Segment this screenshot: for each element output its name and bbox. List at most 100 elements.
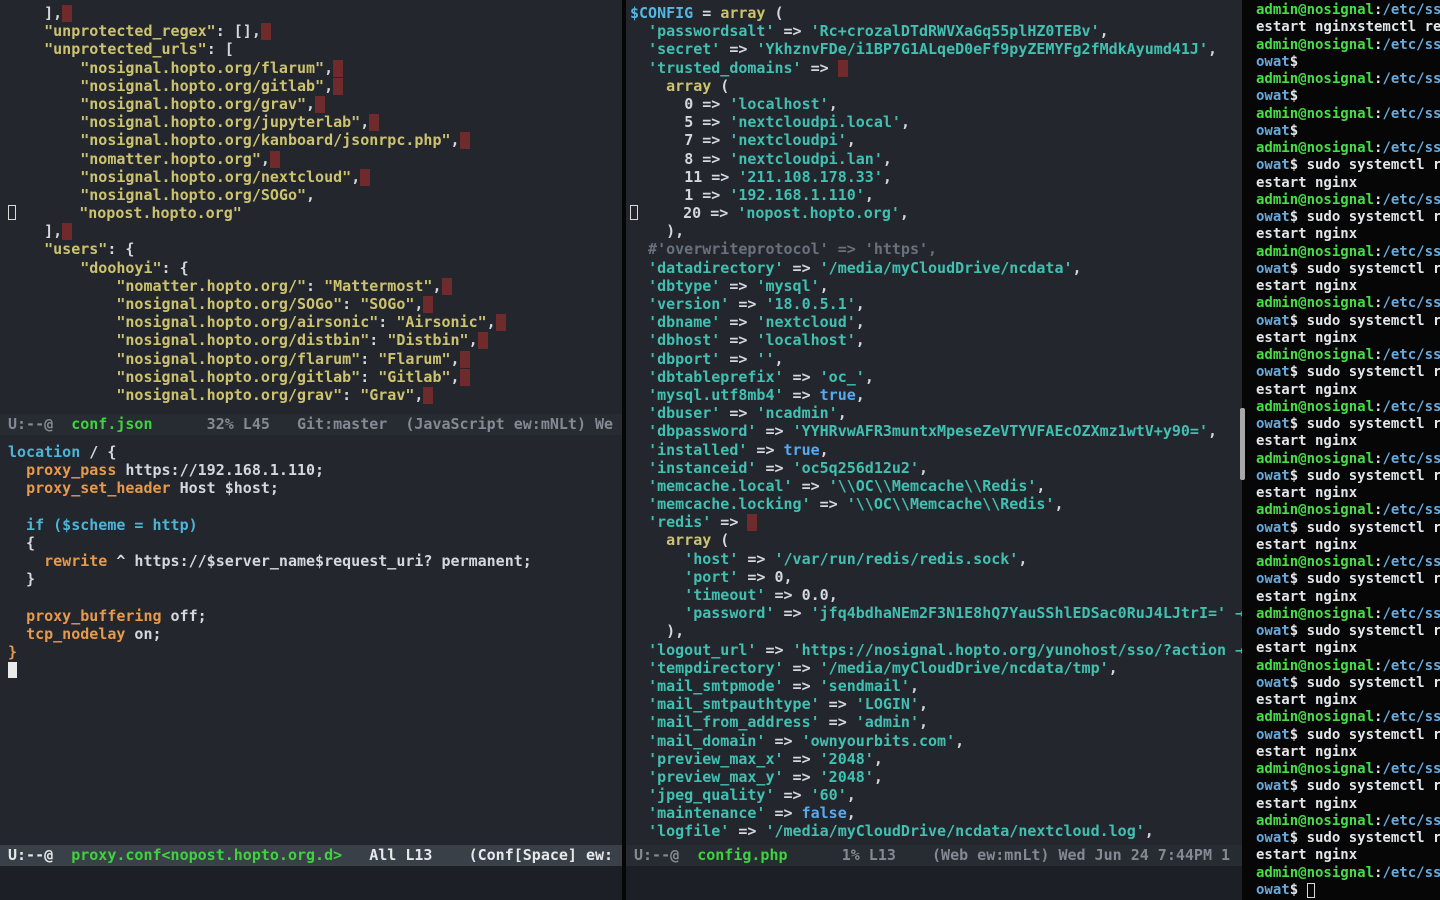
code-segment: owat [1256, 88, 1290, 104]
code-segment [630, 550, 684, 568]
code-segment: $ sudo systemctl r [1290, 261, 1440, 277]
code-segment: 'host' [684, 550, 738, 568]
code-segment: => [693, 113, 729, 131]
trailing-whitespace-marker [62, 5, 72, 22]
text-line: U:--@ conf.json 32% L45 Git:master (Java… [0, 414, 622, 435]
code-segment: 'jfq4bdhaNEm2F3N1E8hQ7YauSShlEDSac0RuJ4L… [811, 604, 1226, 622]
trailing-whitespace-marker [423, 387, 433, 404]
text-line: estart nginx [1256, 796, 1440, 813]
code-segment: owat [1256, 520, 1290, 536]
code-segment: estart nginx [1256, 847, 1357, 863]
code-segment: , [1109, 659, 1118, 677]
code-segment: => [720, 331, 756, 349]
code-segment: array [666, 531, 711, 549]
code-segment: => [802, 59, 838, 77]
trailing-whitespace-marker [460, 369, 470, 386]
code-segment: "nosignal.hopto.org/flarum" [116, 350, 360, 368]
modeline-proxy-conf[interactable]: U:--@ proxy.conf<nopost.hopto.org.d> All… [0, 845, 622, 866]
code-segment: /etc/ss [1382, 451, 1440, 467]
text-line: 'redis' => [630, 513, 1242, 531]
code-segment: $ [1290, 54, 1298, 70]
scrollbar-thumb[interactable] [1240, 408, 1245, 480]
text-cursor-block [8, 662, 17, 678]
code-segment [630, 604, 684, 622]
code-segment: array [666, 77, 711, 95]
code-segment: $ sudo systemctl r [1290, 778, 1440, 794]
text-line: 'instanceid' => 'oc5q256d12u2', [630, 459, 1242, 477]
text-line: estart nginx [1256, 640, 1440, 657]
text-line: 'preview_max_y' => '2048', [630, 768, 1242, 786]
code-segment: admin@nosignal [1256, 502, 1374, 518]
code-segment: '\\OC\\Memcache\\Redis' [829, 477, 1037, 495]
text-line: 'dbpassword' => 'YYHRvwAFR3muntxMpeseZeV… [630, 422, 1242, 440]
code-segment: , [856, 386, 865, 404]
code-segment: estart nginx [1256, 744, 1357, 760]
code-segment [630, 259, 648, 277]
code-segment [630, 77, 666, 95]
code-segment: => [720, 277, 756, 295]
code-segment [630, 531, 666, 549]
code-segment: "nomatter.hopto.org/" [116, 277, 306, 295]
code-segment: owat [1256, 416, 1290, 432]
code-segment: => [756, 422, 792, 440]
code-segment: $ sudo systemctl r [1290, 416, 1440, 432]
modeline-conf-json[interactable]: U:--@ conf.json 32% L45 Git:master (Java… [0, 414, 622, 435]
text-line: admin@nosignal:/etc/ss [1256, 658, 1440, 675]
code-segment [630, 386, 648, 404]
code-segment: conf.json [71, 415, 152, 433]
buffer-proxy-conf[interactable]: location / { proxy_pass https://192.168.… [0, 435, 622, 843]
code-segment: "nomatter.hopto.org" [80, 150, 261, 168]
code-segment: 'installed' [648, 441, 747, 459]
code-segment: => [702, 168, 738, 186]
code-segment: $ sudo systemctl r [1290, 209, 1440, 225]
code-segment: $ sudo systemctl r [1290, 623, 1440, 639]
code-segment: admin@nosignal [1256, 761, 1374, 777]
code-segment: , [351, 168, 360, 186]
text-line: owat$ sudo systemctl r [1256, 778, 1440, 795]
code-segment: /etc/ss [1382, 295, 1440, 311]
code-segment [8, 168, 80, 186]
code-segment: : [342, 386, 360, 404]
code-segment: '/media/myCloudDrive/ncdata/tmp' [820, 659, 1109, 677]
text-line: estart nginx [1256, 485, 1440, 502]
code-segment: , [829, 586, 838, 604]
buffer-conf-json[interactable]: ], "unprotected_regex": [], "unprotected… [0, 0, 622, 414]
code-segment [8, 277, 116, 295]
text-line: 'memcache.locking' => '\\OC\\Memcache\\R… [630, 495, 1242, 513]
code-segment: "nosignal.hopto.org/SOGo" [116, 295, 342, 313]
code-segment: : [378, 313, 396, 331]
code-segment: , [451, 350, 460, 368]
modeline-config-php[interactable]: U:--@ config.php 1% L13 (Web ew:mnLt) We… [626, 845, 1242, 866]
code-segment: 'version' [648, 295, 729, 313]
code-segment: => [775, 786, 811, 804]
text-line: owat$ sudo systemctl r [1256, 520, 1440, 537]
code-segment: => [729, 295, 765, 313]
code-segment: /etc/ss [1382, 502, 1440, 518]
trailing-whitespace-marker [270, 151, 280, 168]
code-segment [630, 477, 648, 495]
code-segment: array [720, 4, 765, 22]
text-line: estart nginx [1256, 537, 1440, 554]
text-line: 'host' => '/var/run/redis/redis.sock', [630, 550, 1242, 568]
code-segment: $ sudo systemctl r [1290, 571, 1440, 587]
text-line: estart nginx [1256, 847, 1440, 864]
code-segment: /etc/ss [1382, 709, 1440, 725]
code-segment: $ sudo systemctl r [1290, 830, 1440, 846]
code-segment: location [8, 443, 80, 461]
code-segment [630, 441, 648, 459]
text-line: admin@nosignal:/etc/ss [1256, 606, 1440, 623]
code-segment: => [775, 604, 811, 622]
trailing-whitespace-marker [460, 132, 470, 149]
code-segment: ], [8, 4, 62, 22]
text-line: "unprotected_urls": [ [8, 40, 622, 58]
code-segment: "doohoyi" [80, 259, 161, 277]
code-segment: 'nextcloudpi.lan' [729, 150, 883, 168]
code-segment: ), [630, 622, 684, 640]
buffer-config-php[interactable]: $CONFIG = array ( 'passwordsalt' => 'Rc+… [626, 0, 1242, 843]
terminal-pane[interactable]: admin@nosignal:/etc/ssestart nginxstemct… [1247, 0, 1440, 900]
text-line: owat$ sudo systemctl r [1256, 261, 1440, 278]
code-segment [630, 586, 684, 604]
code-segment: U:--@ [8, 846, 71, 864]
code-segment: owat [1256, 571, 1290, 587]
code-segment: : [ [207, 40, 234, 58]
